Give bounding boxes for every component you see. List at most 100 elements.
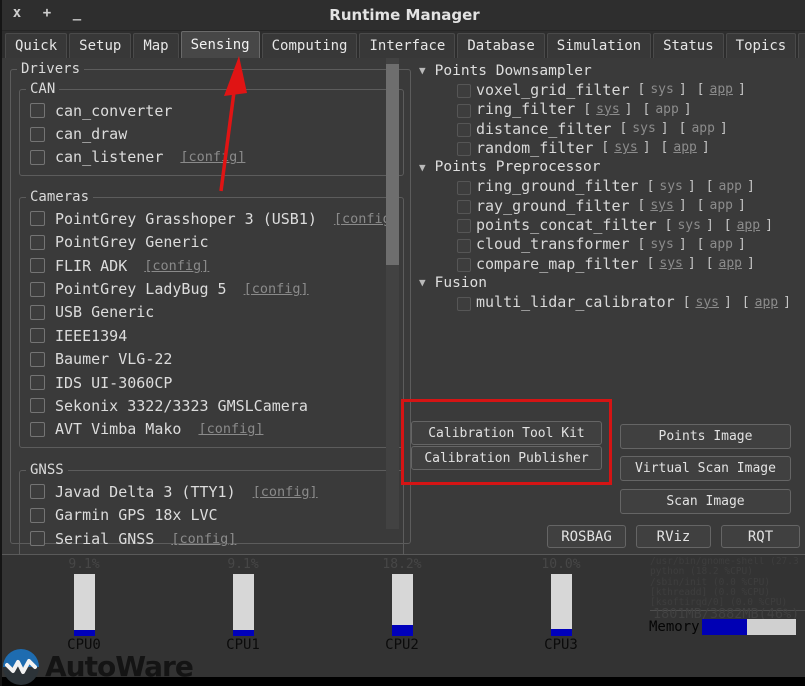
config-link[interactable]: [config] <box>253 484 318 500</box>
checkbox-multi-lidar-calibrator[interactable] <box>457 297 471 311</box>
sys-link[interactable]: sys <box>696 295 719 310</box>
checkbox-ray-ground-filter[interactable] <box>457 200 471 214</box>
tree-item-label: points_concat_filter <box>476 216 657 234</box>
rqt-button[interactable]: RQT <box>721 525 800 548</box>
tab-map[interactable]: Map <box>133 33 178 58</box>
driver-row: can_converter <box>24 99 399 122</box>
driver-row: PointGrey LadyBug 5 [config] <box>24 277 399 300</box>
tree-item-label: multi_lidar_calibrator <box>476 293 675 311</box>
sys-link[interactable]: sys <box>650 198 673 213</box>
calibration-publisher-button[interactable]: Calibration Publisher <box>411 446 602 470</box>
tab-status[interactable]: Status <box>653 33 724 58</box>
sys-link: sys <box>632 121 655 136</box>
checkbox-garmin-gps18x[interactable] <box>30 508 45 523</box>
checkbox-ring-ground-filter[interactable] <box>457 181 471 195</box>
cpu3-bar <box>551 574 572 636</box>
collapse-triangle-icon[interactable]: ▼ <box>419 64 426 77</box>
tab-simulation[interactable]: Simulation <box>547 33 651 58</box>
scrollbar-thumb[interactable] <box>386 64 399 265</box>
bracket: ] <box>706 218 714 233</box>
tab-interface[interactable]: Interface <box>359 33 455 58</box>
checkbox-random-filter[interactable] <box>457 142 471 156</box>
checkbox-javad-delta3[interactable] <box>30 484 45 499</box>
app-link[interactable]: app <box>710 82 733 97</box>
bracket: [ <box>706 256 714 271</box>
cpu0-bar <box>74 574 95 636</box>
checkbox-can-draw[interactable] <box>30 127 45 142</box>
vertical-scrollbar[interactable] <box>386 58 399 529</box>
checkbox-avt-vimba-mako[interactable] <box>30 422 45 437</box>
scan-image-button[interactable]: Scan Image <box>620 489 791 514</box>
rosbag-button[interactable]: ROSBAG <box>547 525 626 548</box>
config-link[interactable]: [config] <box>244 281 309 297</box>
app-link[interactable]: app <box>719 256 742 271</box>
cpu2-fill <box>392 625 413 636</box>
config-link[interactable]: [config] <box>171 531 236 547</box>
sys-link[interactable]: sys <box>659 256 682 271</box>
bracket: [ <box>638 237 646 252</box>
bracket: ] <box>738 237 746 252</box>
gnss-legend: GNSS <box>26 462 68 478</box>
sys-link: sys <box>659 179 682 194</box>
tab-setup[interactable]: Setup <box>69 33 131 58</box>
sys-link[interactable]: sys <box>596 102 619 117</box>
checkbox-can-converter[interactable] <box>30 103 45 118</box>
checkbox-pointgrey-grasshoper[interactable] <box>30 211 45 226</box>
collapse-triangle-icon[interactable]: ▼ <box>419 161 426 174</box>
tree-item-label: cloud_transformer <box>476 235 630 253</box>
drivers-groupbox: Drivers CAN can_converter can_draw can_l… <box>10 61 411 544</box>
tab-quick-start[interactable]: Quick Start <box>5 33 67 58</box>
cameras-legend: Cameras <box>26 189 93 205</box>
driver-row: USB Generic <box>24 301 399 324</box>
checkbox-sekonix-gmsl[interactable] <box>30 398 45 413</box>
bracket: ] <box>702 140 710 155</box>
checkbox-usb-generic[interactable] <box>30 305 45 320</box>
app-link[interactable]: app <box>737 218 760 233</box>
bracket: [ <box>601 140 609 155</box>
tab-computing[interactable]: Computing <box>262 33 358 58</box>
autoware-logo: AutoWare <box>2 648 193 686</box>
points-image-button[interactable]: Points Image <box>620 424 791 449</box>
checkbox-pointgrey-ladybug[interactable] <box>30 282 45 297</box>
calibration-tool-kit-button[interactable]: Calibration Tool Kit <box>411 421 602 445</box>
tab-sensing[interactable]: Sensing <box>181 31 260 58</box>
tree-item-label: ring_filter <box>476 100 575 118</box>
tree-item: compare_map_filter [sys][app] <box>406 254 805 273</box>
tab-database[interactable]: Database <box>457 33 544 58</box>
checkbox-ring-filter[interactable] <box>457 104 471 118</box>
tab-topics[interactable]: Topics <box>726 33 797 58</box>
checkbox-can-listener[interactable] <box>30 150 45 165</box>
driver-label: Baumer VLG-22 <box>55 350 172 368</box>
sys-link[interactable]: sys <box>614 140 637 155</box>
checkbox-pointgrey-generic[interactable] <box>30 235 45 250</box>
tree-item: ring_filter [sys][app] <box>406 100 805 119</box>
checkbox-compare-map-filter[interactable] <box>457 258 471 272</box>
tree-item: multi_lidar_calibrator [sys][app] <box>406 293 805 312</box>
tree-item-label: ring_ground_filter <box>476 177 639 195</box>
checkbox-points-concat-filter[interactable] <box>457 219 471 233</box>
app-link: app <box>691 121 714 136</box>
checkbox-voxel-grid-filter[interactable] <box>457 84 471 98</box>
checkbox-distance-filter[interactable] <box>457 123 471 137</box>
checkbox-ieee1394[interactable] <box>30 328 45 343</box>
app-link[interactable]: app <box>673 140 696 155</box>
rviz-button[interactable]: RViz <box>636 525 711 548</box>
checkbox-cloud-transformer[interactable] <box>457 239 471 253</box>
checkbox-serial-gnss[interactable] <box>30 531 45 546</box>
tree-item-label: ray_ground_filter <box>476 197 630 215</box>
cpu1-fill <box>233 630 254 636</box>
cpu1-gauge: 9.1% CPU1 <box>213 557 273 653</box>
tab-state[interactable]: State <box>798 33 805 58</box>
checkbox-baumer-vlg22[interactable] <box>30 352 45 367</box>
checkbox-ids-ui3060cp[interactable] <box>30 375 45 390</box>
config-link[interactable]: [config] <box>198 421 263 437</box>
checkbox-flir-adk[interactable] <box>30 258 45 273</box>
config-link[interactable]: [config] <box>180 149 245 165</box>
driver-row: can_listener [config] <box>24 146 399 169</box>
collapse-triangle-icon[interactable]: ▼ <box>419 276 426 289</box>
driver-label: PointGrey LadyBug 5 <box>55 280 227 298</box>
bracket: ] <box>643 140 651 155</box>
virtual-scan-image-button[interactable]: Virtual Scan Image <box>620 456 791 481</box>
app-link[interactable]: app <box>755 295 778 310</box>
config-link[interactable]: [config] <box>144 258 209 274</box>
